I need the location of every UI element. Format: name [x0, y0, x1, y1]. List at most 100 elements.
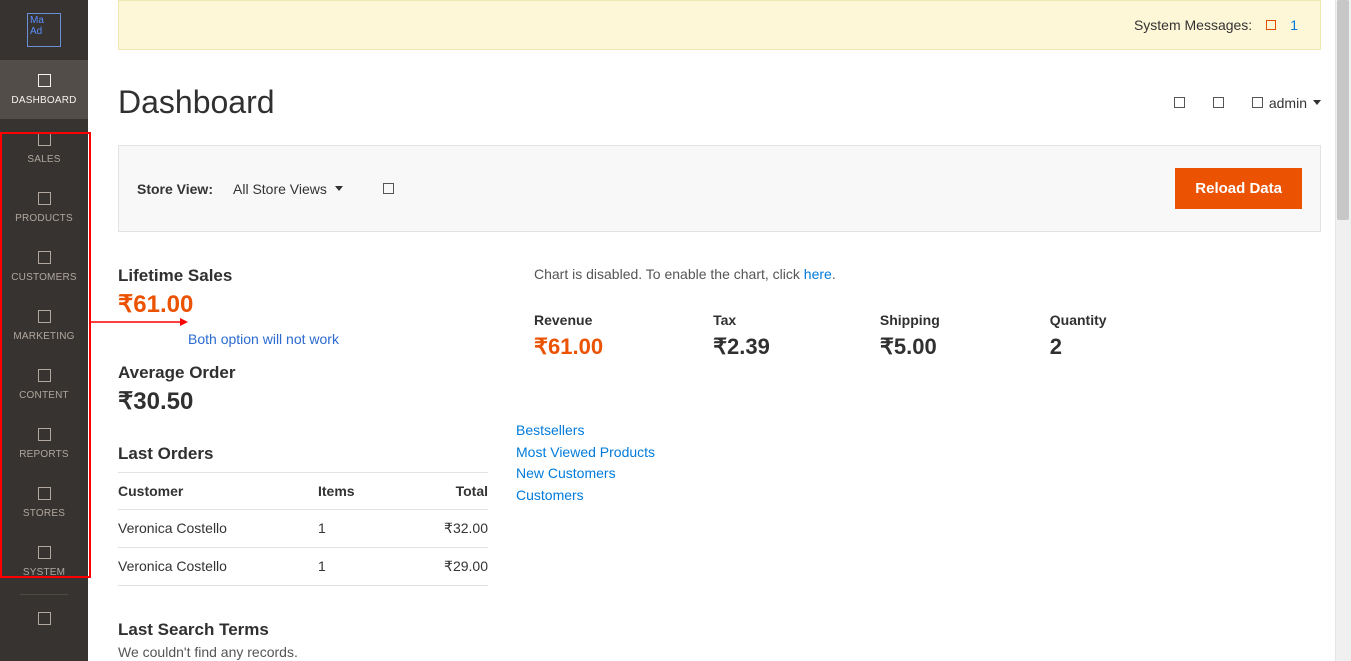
- system-messages-label: System Messages:: [1134, 17, 1252, 33]
- system-messages-count[interactable]: 1: [1290, 17, 1298, 33]
- chart-note-prefix: Chart is disabled. To enable the chart, …: [534, 266, 804, 282]
- table-row[interactable]: Veronica Costello 1 ₹32.00: [118, 510, 488, 548]
- sidebar-item-label: REPORTS: [19, 449, 69, 460]
- reports-icon: [38, 428, 51, 441]
- sidebar-item-label: SALES: [27, 154, 60, 165]
- last-search-empty: We couldn't find any records.: [118, 644, 488, 660]
- sidebar-separator: [20, 594, 68, 595]
- sidebar-item-label: STORES: [23, 508, 65, 519]
- metric-value: 2: [1050, 334, 1107, 360]
- tab-most-viewed[interactable]: Most Viewed Products: [516, 442, 1321, 464]
- td-items: 1: [318, 520, 398, 537]
- metrics-row: Revenue ₹61.00 Tax ₹2.39 Shipping ₹5.00 …: [534, 312, 1321, 360]
- products-icon: [38, 192, 51, 205]
- dashboard-tabs: Bestsellers Most Viewed Products New Cus…: [516, 420, 1321, 507]
- chevron-down-icon: [1313, 100, 1321, 105]
- metric-label: Shipping: [880, 312, 940, 328]
- store-view-label: Store View:: [137, 181, 213, 197]
- admin-user-menu[interactable]: admin: [1252, 95, 1321, 111]
- td-total: ₹32.00: [398, 520, 488, 537]
- logo[interactable]: Ma Ad: [0, 0, 88, 60]
- metric-label: Revenue: [534, 312, 603, 328]
- metric-revenue: Revenue ₹61.00: [534, 312, 603, 360]
- sidebar-item-extensions[interactable]: [0, 598, 88, 625]
- chart-disabled-note: Chart is disabled. To enable the chart, …: [534, 266, 1321, 282]
- td-customer: Veronica Costello: [118, 520, 318, 537]
- th-total: Total: [398, 483, 488, 499]
- sidebar-item-system[interactable]: SYSTEM: [0, 532, 88, 591]
- user-icon: [1252, 97, 1263, 108]
- metric-tax: Tax ₹2.39: [713, 312, 770, 360]
- sidebar-item-content[interactable]: CONTENT: [0, 355, 88, 414]
- sidebar-item-sales[interactable]: SALES: [0, 119, 88, 178]
- header-actions: admin: [1174, 95, 1321, 111]
- system-messages-bar[interactable]: System Messages: 1: [118, 0, 1321, 50]
- admin-username: admin: [1269, 95, 1307, 111]
- sidebar-item-products[interactable]: PRODUCTS: [0, 178, 88, 237]
- system-icon: [38, 546, 51, 559]
- tab-new-customers[interactable]: New Customers: [516, 463, 1321, 485]
- main-content: System Messages: 1 Dashboard admin Store…: [88, 0, 1351, 661]
- help-icon[interactable]: [383, 183, 394, 194]
- sales-icon: [38, 133, 51, 146]
- metric-shipping: Shipping ₹5.00: [880, 312, 940, 360]
- tab-customers[interactable]: Customers: [516, 485, 1321, 507]
- metric-quantity: Quantity 2: [1050, 312, 1107, 360]
- dashboard-right-column: Chart is disabled. To enable the chart, …: [534, 266, 1321, 660]
- page-header: Dashboard admin: [88, 50, 1351, 137]
- average-order-value: ₹30.50: [118, 387, 488, 416]
- store-view-value: All Store Views: [233, 181, 327, 197]
- store-view-bar: Store View: All Store Views Reload Data: [118, 145, 1321, 232]
- scrollbar-thumb[interactable]: [1337, 0, 1349, 220]
- notifications-icon[interactable]: [1213, 97, 1224, 108]
- scrollbar[interactable]: [1335, 0, 1351, 661]
- sidebar-item-stores[interactable]: STORES: [0, 473, 88, 532]
- td-items: 1: [318, 558, 398, 575]
- th-customer: Customer: [118, 483, 318, 499]
- metric-value: ₹2.39: [713, 334, 770, 360]
- sidebar-item-dashboard[interactable]: DASHBOARD: [0, 60, 88, 119]
- table-row[interactable]: Veronica Costello 1 ₹29.00: [118, 548, 488, 586]
- metric-value: ₹5.00: [880, 334, 940, 360]
- content-icon: [38, 369, 51, 382]
- sidebar-item-label: SYSTEM: [23, 567, 65, 578]
- sidebar-item-marketing[interactable]: MARKETING: [0, 296, 88, 355]
- metric-label: Tax: [713, 312, 770, 328]
- page-title: Dashboard: [118, 84, 275, 121]
- sidebar-item-reports[interactable]: REPORTS: [0, 414, 88, 473]
- chart-enable-link[interactable]: here: [804, 266, 832, 282]
- average-order-label: Average Order: [118, 363, 488, 383]
- chevron-down-icon: [335, 186, 343, 191]
- tab-bestsellers[interactable]: Bestsellers: [516, 420, 1321, 442]
- chart-note-suffix: .: [832, 266, 836, 282]
- extensions-icon: [38, 612, 51, 625]
- warning-icon: [1266, 20, 1276, 30]
- th-items: Items: [318, 483, 398, 499]
- td-customer: Veronica Costello: [118, 558, 318, 575]
- store-view-select[interactable]: All Store Views: [233, 181, 343, 197]
- lifetime-sales-value: ₹61.00: [118, 290, 488, 319]
- sidebar-item-customers[interactable]: CUSTOMERS: [0, 237, 88, 296]
- logo-image: Ma Ad: [27, 13, 61, 47]
- stores-icon: [38, 487, 51, 500]
- reload-data-button[interactable]: Reload Data: [1175, 168, 1302, 209]
- metric-label: Quantity: [1050, 312, 1107, 328]
- admin-sidebar: Ma Ad DASHBOARD SALES PRODUCTS CUSTOMERS…: [0, 0, 88, 661]
- sidebar-item-label: CONTENT: [19, 390, 69, 401]
- table-header: Customer Items Total: [118, 472, 488, 510]
- dashboard-icon: [38, 74, 51, 87]
- sidebar-item-label: CUSTOMERS: [11, 272, 77, 283]
- dashboard-left-column: Lifetime Sales ₹61.00 Both option will n…: [88, 266, 488, 660]
- last-search-label: Last Search Terms: [118, 620, 488, 640]
- search-icon[interactable]: [1174, 97, 1185, 108]
- td-total: ₹29.00: [398, 558, 488, 575]
- sidebar-item-label: PRODUCTS: [15, 213, 73, 224]
- dashboard-body: Lifetime Sales ₹61.00 Both option will n…: [88, 232, 1351, 660]
- annotation-text: Both option will not work: [188, 331, 488, 347]
- marketing-icon: [38, 310, 51, 323]
- customers-icon: [38, 251, 51, 264]
- last-orders-table: Customer Items Total Veronica Costello 1…: [118, 472, 488, 586]
- sidebar-item-label: DASHBOARD: [11, 95, 76, 106]
- last-orders-label: Last Orders: [118, 444, 488, 464]
- lifetime-sales-label: Lifetime Sales: [118, 266, 488, 286]
